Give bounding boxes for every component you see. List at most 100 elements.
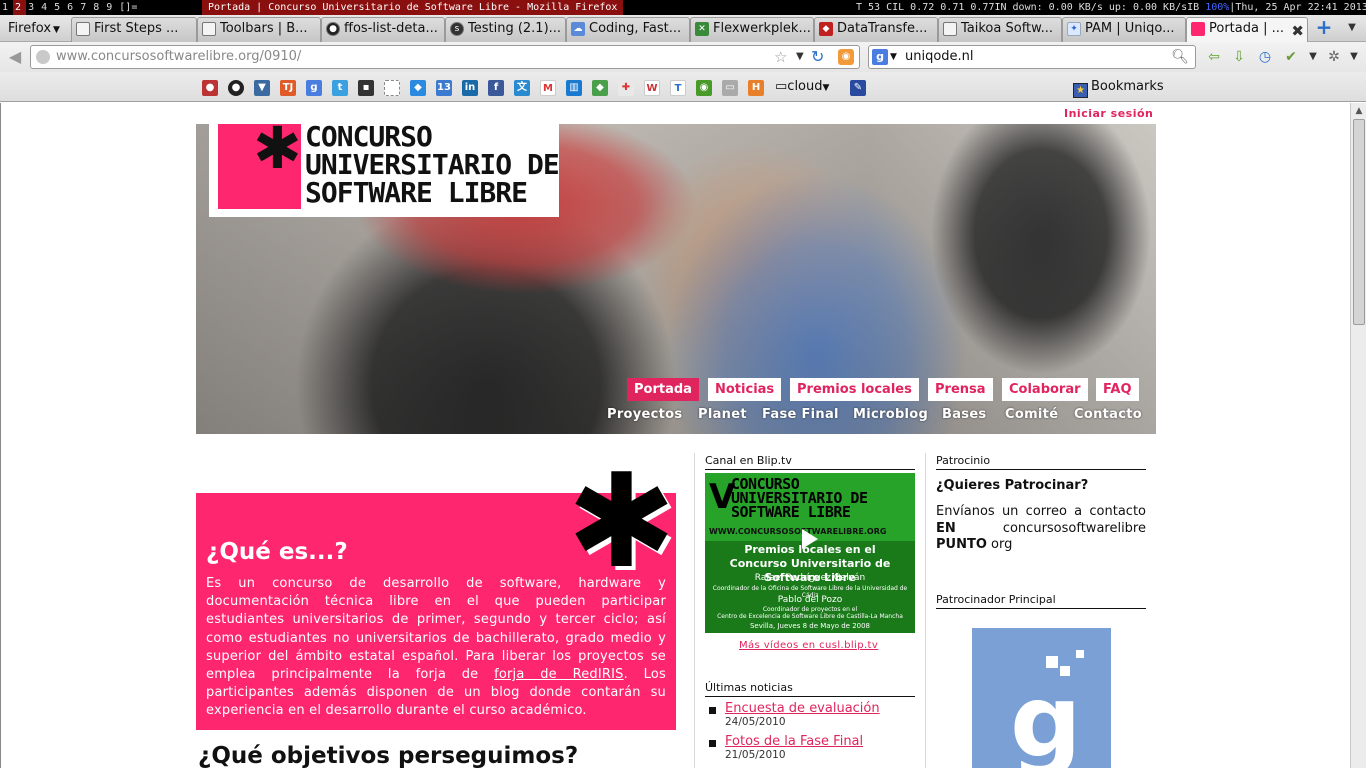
firefox-menu-button[interactable]: Firefox ▼ [2,17,66,40]
dropbox-icon[interactable]: ◆ [410,80,426,96]
back-arrow-icon[interactable]: ◀ [4,46,26,68]
tab-flexwerkplek[interactable]: ✕ Flexwerkplek... [690,17,814,42]
search-input[interactable]: uniqode.nl [905,46,974,68]
tab-taikoa[interactable]: Taikoa Softw... [938,17,1062,42]
chevron-down-icon[interactable]: ▼ [1344,47,1364,67]
nav-noticias[interactable]: Noticias [708,378,782,401]
facebook-icon[interactable]: f [488,80,504,96]
nav-planet[interactable]: Planet [698,406,747,424]
news-item-title[interactable]: Encuesta de evaluación [725,701,880,716]
nav-faq[interactable]: FAQ [1096,378,1139,401]
twitter-icon[interactable]: t [332,80,348,96]
layout-indicator[interactable]: []= [117,0,142,15]
objetivos-heading: ¿Qué objetivos perseguimos? [198,743,579,768]
new-tab-button[interactable]: + [1312,17,1336,39]
nav-contacto[interactable]: Contacto [1074,406,1142,424]
workspace-4[interactable]: 4 [39,0,52,15]
placeholder-icon[interactable] [384,80,400,96]
workspace-2[interactable]: 2 [13,0,27,15]
folder-icon: ▭ [775,79,788,94]
forja-rediris-link[interactable]: forja de RedIRIS [494,667,624,682]
close-tab-icon[interactable]: ✖ [1291,20,1304,42]
scrollbar-thumb[interactable] [1353,119,1365,325]
system-status-bar: 1 2 3 4 5 6 7 8 9 []= Portada | Concurso Universi… [0,0,1366,15]
google-search-engine-icon[interactable]: g [872,49,888,65]
nav-comite[interactable]: Comité [1005,406,1058,424]
vertical-scrollbar[interactable]: ▲ [1350,103,1366,768]
news-item-title[interactable]: Fotos de la Fase Final [725,734,863,749]
workspace-7[interactable]: 7 [78,0,91,15]
nav-premios-locales[interactable]: Premios locales [790,378,919,401]
login-link[interactable]: Iniciar sesión [1064,107,1153,120]
trello-icon[interactable]: ▥ [566,80,582,96]
tab-portada[interactable]: Portada | ... ✖ [1186,17,1308,43]
workspace-3[interactable]: 3 [26,0,39,15]
workspace-8[interactable]: 8 [91,0,104,15]
evernote-icon[interactable]: ◉ [696,80,712,96]
tab-testing[interactable]: s Testing (2.1)... [445,17,566,42]
calendar-icon[interactable]: 13 [436,80,452,96]
bookmarks-menu-button[interactable]: ★ Bookmarks [1073,78,1164,98]
search-bar[interactable]: g ▼ uniqode.nl 🔍︎ [868,45,1196,69]
workspace-1[interactable]: 1 [0,0,13,15]
history-dropdown-icon[interactable]: ▼ [796,46,804,68]
page-viewport: Iniciar sesión ✱ CONCURSO UNIVERSITARIO … [0,103,1366,768]
nav-fase-final[interactable]: Fase Final [762,406,839,424]
workspace-9[interactable]: 9 [104,0,117,15]
download-icon[interactable]: ⇩ [1229,47,1249,67]
gmail-icon[interactable]: M [540,80,556,96]
maps-icon[interactable]: ✚ [618,80,634,96]
github-icon: ● [326,22,340,36]
pencil-icon[interactable]: ✎ [850,80,866,96]
bookmark-star-icon[interactable]: ☆ [774,46,787,68]
tab-label: Portada | ... [1209,21,1284,36]
feedly-icon[interactable]: ◆ [592,80,608,96]
history-clock-icon[interactable]: ◷ [1255,47,1275,67]
site-logo[interactable]: ✱ CONCURSO UNIVERSITARIO DE SOFTWARE LIB… [209,124,560,217]
wordreference-icon[interactable]: W [644,80,660,96]
tab-pam-uniqode[interactable]: ✦ PAM | Uniqo... [1062,17,1186,42]
tab-first-steps[interactable]: First Steps ... [71,17,197,42]
shield-icon[interactable]: ▼ [254,80,270,96]
google-icon[interactable]: g [306,80,322,96]
tab-datatransfer[interactable]: ◆ DataTransfe... [814,17,938,42]
url-text[interactable]: www.concursosoftwarelibre.org/0910/ [56,46,301,68]
list-all-tabs-button[interactable]: ▼ [1340,17,1364,39]
github-icon[interactable]: ● [228,80,244,96]
window-icon[interactable]: ▭ [722,80,738,96]
search-icon[interactable]: 🔍︎ [1171,46,1189,68]
nav-microblog[interactable]: Microblog [853,406,928,424]
nav-portada[interactable]: Portada [627,378,699,401]
bookmark-sync-icon[interactable]: ⇦ [1204,47,1224,67]
nav-bases[interactable]: Bases [942,406,986,424]
tab-ffos-list[interactable]: ● ffos-list-deta... [321,17,445,42]
tab-label: First Steps ... [94,21,179,36]
workspace-6[interactable]: 6 [65,0,78,15]
rss-feed-icon[interactable]: ◉ [838,49,854,65]
main-sponsor-logo[interactable]: g [972,628,1111,768]
scroll-up-icon[interactable]: ▲ [1351,103,1366,119]
speaker-2-role-2: Centro de Excelencia de Software Libre d… [717,613,903,620]
tab-toolbars[interactable]: Toolbars | B... [197,17,321,42]
nav-colaborar[interactable]: Colaborar [1002,378,1088,401]
bookmark-folder-cloud[interactable]: ▭cloud▼ [775,78,829,97]
linkedin-icon[interactable]: in [462,80,478,96]
nav-prensa[interactable]: Prensa [928,378,993,401]
robot-icon[interactable]: ● [202,80,218,96]
addon-icon[interactable]: ✲ [1324,47,1344,67]
chevron-down-icon[interactable]: ▼ [890,46,897,68]
delicious-icon[interactable]: ▪ [358,80,374,96]
tz-icon[interactable]: T [670,80,686,96]
nav-proyectos[interactable]: Proyectos [607,406,682,424]
reload-icon[interactable]: ↻ [811,46,824,68]
tj-icon[interactable]: TJ [280,80,296,96]
chevron-down-icon[interactable]: ▼ [1303,47,1323,67]
video-player[interactable]: V CONCURSO UNIVERSITARIO DE SOFTWARE LIB… [705,473,915,633]
greasemonkey-icon[interactable]: ✔ [1281,47,1301,67]
tab-coding-fast[interactable]: ☁ Coding, Fast... [566,17,690,42]
url-bar[interactable]: www.concursosoftwarelibre.org/0910/ ☆ ▼ … [30,45,860,69]
translate-icon[interactable]: 文 [514,80,530,96]
more-videos-link[interactable]: Más vídeos en cusl.blip.tv [739,640,878,651]
workspace-5[interactable]: 5 [52,0,65,15]
hacker-news-icon[interactable]: H [748,80,764,96]
